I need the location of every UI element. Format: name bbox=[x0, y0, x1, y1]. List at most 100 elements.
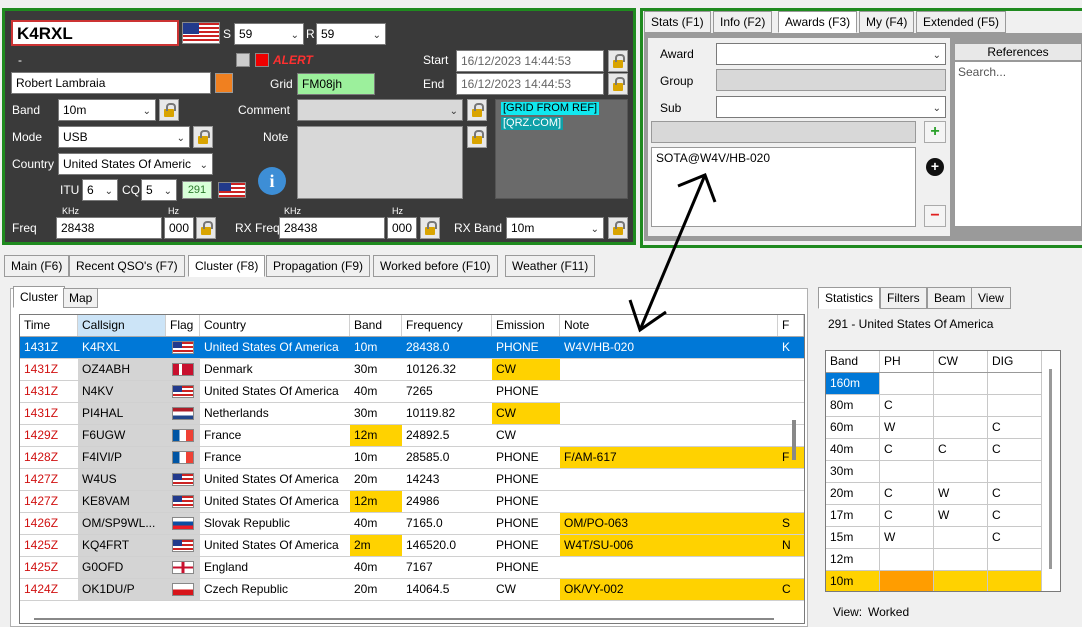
vertical-scrollbar[interactable] bbox=[792, 420, 796, 460]
itu-select[interactable]: 6 ⌄ bbox=[82, 179, 118, 201]
award-label: Award bbox=[660, 47, 694, 61]
mode-lock-button[interactable] bbox=[193, 126, 213, 148]
stats-scrollbar[interactable] bbox=[1049, 369, 1052, 569]
tab-beam[interactable]: Beam bbox=[927, 287, 973, 309]
stats-cell bbox=[880, 549, 934, 570]
comment-select[interactable]: ⌄ bbox=[297, 99, 463, 121]
cell-country: Czech Republic bbox=[200, 579, 350, 600]
reference-entry[interactable] bbox=[651, 121, 916, 143]
alert-checkbox[interactable] bbox=[236, 53, 250, 67]
rx-band-select[interactable]: 10m ⌄ bbox=[506, 217, 604, 239]
cell-time: 1431Z bbox=[20, 381, 78, 402]
subtab-map[interactable]: Map bbox=[63, 288, 99, 308]
stats-cell: C bbox=[988, 483, 1042, 504]
freq-input[interactable]: 28438 bbox=[56, 217, 162, 239]
rx-freq-input[interactable]: 28438 bbox=[279, 217, 385, 239]
tab-main[interactable]: Main (F6) bbox=[4, 255, 70, 277]
col-flag[interactable]: Flag bbox=[166, 315, 200, 336]
col-frequency[interactable]: Frequency bbox=[402, 315, 492, 336]
alert-indicator bbox=[255, 53, 269, 67]
grid-input[interactable]: FM08jh bbox=[297, 73, 375, 95]
cell-flag bbox=[166, 359, 200, 380]
tab-awards[interactable]: Awards (F3) bbox=[778, 11, 858, 33]
freq-hz-input[interactable]: 000 bbox=[164, 217, 194, 239]
table-row[interactable]: 1431Z N4KV United States Of America 40m 7265… bbox=[20, 381, 804, 403]
stats-header-row: Band PH CW DIG bbox=[826, 351, 1042, 373]
start-lock-button[interactable] bbox=[608, 50, 628, 72]
col-country[interactable]: Country bbox=[200, 315, 350, 336]
note-lock-button[interactable] bbox=[467, 126, 487, 148]
qrz-lookup-button[interactable] bbox=[215, 73, 233, 93]
table-row[interactable]: 1425Z G0OFD England 40m 7167 PHONE bbox=[20, 557, 804, 579]
band-select[interactable]: 10m ⌄ bbox=[58, 99, 156, 121]
table-row[interactable]: 1427Z W4US United States Of America 20m 1424… bbox=[20, 469, 804, 491]
note-textarea[interactable] bbox=[297, 126, 463, 199]
name-input[interactable]: Robert Lambraia bbox=[11, 72, 211, 94]
rst-rcvd-select[interactable]: 59 ⌄ bbox=[316, 23, 386, 45]
rst-sent-select[interactable]: 59 ⌄ bbox=[234, 23, 304, 45]
group-field[interactable] bbox=[716, 69, 946, 91]
tab-recent-qsos[interactable]: Recent QSO's (F7) bbox=[69, 255, 185, 277]
references-search-input[interactable]: Search... bbox=[954, 61, 1082, 227]
add-circle-icon[interactable]: + bbox=[926, 158, 944, 176]
sub-select[interactable]: ⌄ bbox=[716, 96, 946, 118]
tab-stats[interactable]: Stats (F1) bbox=[644, 11, 711, 33]
remove-reference-button[interactable]: − bbox=[924, 205, 946, 227]
tab-info[interactable]: Info (F2) bbox=[713, 11, 773, 33]
col-time[interactable]: Time bbox=[20, 315, 78, 336]
tab-extended[interactable]: Extended (F5) bbox=[916, 11, 1007, 33]
table-row[interactable]: 1431Z K4RXL United States Of America 10m 284… bbox=[20, 337, 804, 359]
rx-freq-hz-input[interactable]: 000 bbox=[387, 217, 417, 239]
tab-statistics[interactable]: Statistics bbox=[818, 287, 881, 309]
table-row[interactable]: 1425Z KQ4FRT United States Of America 2m 146… bbox=[20, 535, 804, 557]
tag-qrz[interactable]: [QRZ.COM] bbox=[501, 117, 564, 130]
cell-call: OZ4ABH bbox=[78, 359, 166, 380]
country-select[interactable]: United States Of Americ ⌄ bbox=[58, 153, 213, 175]
rx-khz-label: KHz bbox=[284, 206, 302, 216]
tab-worked-before[interactable]: Worked before (F10) bbox=[373, 255, 498, 277]
stats-cell: C bbox=[988, 527, 1042, 548]
comment-lock-button[interactable] bbox=[467, 99, 487, 121]
band-lock-button[interactable] bbox=[159, 99, 179, 121]
tab-filters[interactable]: Filters bbox=[880, 287, 927, 309]
add-reference-button[interactable]: + bbox=[924, 121, 946, 143]
freq-label: Freq bbox=[12, 221, 37, 235]
start-time-input[interactable]: 16/12/2023 14:44:53 bbox=[456, 50, 604, 72]
cell-freq: 7265 bbox=[402, 381, 492, 402]
tag-grid-from-ref[interactable]: [GRID FROM REF] bbox=[501, 102, 600, 115]
table-row[interactable]: 1424Z OK1DU/P Czech Republic 20m 14064.5 CW OK… bbox=[20, 579, 804, 601]
annotation-arrow bbox=[628, 173, 717, 333]
stats-row: 30m bbox=[826, 461, 1042, 483]
stats-cell: 160m bbox=[826, 373, 880, 394]
col-callsign[interactable]: Callsign bbox=[78, 315, 166, 336]
col-f[interactable]: F bbox=[778, 315, 804, 336]
table-row[interactable]: 1427Z KE8VAM United States Of America 12m 24… bbox=[20, 491, 804, 513]
award-select[interactable]: ⌄ bbox=[716, 43, 946, 65]
tab-cluster[interactable]: Cluster (F8) bbox=[188, 255, 266, 277]
cell-call: F4IVI/P bbox=[78, 447, 166, 468]
table-row[interactable]: 1426Z OM/SP9WL... Slovak Republic 40m 7165.0… bbox=[20, 513, 804, 535]
table-row[interactable]: 1431Z PI4HAL Netherlands 30m 10119.82 CW bbox=[20, 403, 804, 425]
horizontal-scrollbar[interactable] bbox=[34, 618, 774, 620]
cell-em: PHONE bbox=[492, 447, 560, 468]
tab-propagation[interactable]: Propagation (F9) bbox=[266, 255, 371, 277]
tab-weather[interactable]: Weather (F11) bbox=[505, 255, 596, 277]
subtab-cluster[interactable]: Cluster bbox=[13, 286, 66, 308]
col-emission[interactable]: Emission bbox=[492, 315, 560, 336]
tab-my[interactable]: My (F4) bbox=[859, 11, 915, 33]
mode-select[interactable]: USB ⌄ bbox=[58, 126, 190, 148]
alert-label: ALERT bbox=[273, 53, 313, 67]
end-lock-button[interactable] bbox=[608, 73, 628, 95]
col-band[interactable]: Band bbox=[350, 315, 402, 336]
end-time-input[interactable]: 16/12/2023 14:44:53 bbox=[456, 73, 604, 95]
info-icon[interactable]: i bbox=[258, 167, 286, 195]
chevron-down-icon: ⌄ bbox=[932, 50, 941, 61]
tab-view[interactable]: View bbox=[971, 287, 1011, 309]
table-row[interactable]: 1428Z F4IVI/P France 10m 28585.0 PHONE F/AM-61… bbox=[20, 447, 804, 469]
table-row[interactable]: 1429Z F6UGW France 12m 24892.5 CW bbox=[20, 425, 804, 447]
callsign-input[interactable]: K4RXL bbox=[11, 20, 179, 46]
freq-lock-button[interactable] bbox=[196, 217, 216, 239]
cq-select[interactable]: 5 ⌄ bbox=[141, 179, 177, 201]
table-row[interactable]: 1431Z OZ4ABH Denmark 30m 10126.32 CW bbox=[20, 359, 804, 381]
rx-freq-lock-button[interactable] bbox=[420, 217, 440, 239]
